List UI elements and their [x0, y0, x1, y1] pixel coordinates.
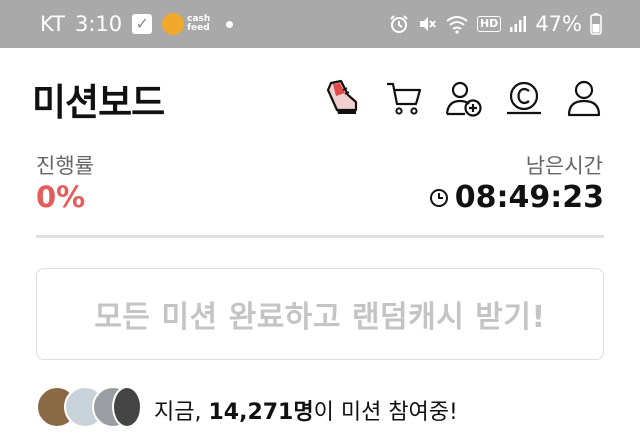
claim-random-cash-label: 모든 미션 완료하고 랜덤캐시 받기! [94, 300, 546, 335]
shoe-button[interactable] [320, 76, 364, 120]
cashfeed-logo-icon [162, 13, 185, 35]
profile-icon [567, 80, 601, 117]
carrier-label: KT [40, 12, 65, 36]
participant-avatar [112, 386, 142, 428]
cart-button[interactable] [382, 76, 426, 120]
header-icon-bar [320, 76, 610, 120]
wifi-icon [446, 16, 468, 34]
cart-icon [387, 82, 422, 115]
cashfeed-notification-icon: cash feed [162, 13, 210, 35]
participants-count: 14,271명 [208, 400, 314, 425]
battery-charging-icon [590, 13, 602, 35]
participants-row: 지금, 14,271명이 미션 참여중! [36, 386, 576, 430]
cash-coin-button[interactable] [502, 76, 546, 120]
clock-icon [429, 188, 448, 207]
progress-value: 0% [36, 180, 86, 214]
participants-text: 지금, 14,271명이 미션 참여중! [154, 394, 458, 426]
mute-icon [419, 17, 436, 31]
cashfeed-badge-line2: feed [187, 23, 210, 33]
alarm-icon [390, 15, 408, 33]
progress-label: 진행률 [36, 154, 94, 178]
battery-percent: 47% [535, 12, 582, 36]
checkbox-notification-icon: ✓ [132, 14, 153, 34]
remaining-time-value: 08:49:23 [454, 180, 604, 215]
claim-random-cash-button[interactable]: 모든 미션 완료하고 랜덤캐시 받기! [36, 268, 604, 360]
add-friend-button[interactable] [442, 76, 486, 120]
more-notifications-dot-icon [226, 20, 234, 28]
signal-icon [510, 16, 527, 32]
coin-icon [507, 81, 541, 115]
status-bar-left: KT 3:10 ✓ cash feed [40, 0, 234, 48]
participants-prefix: 지금, [154, 400, 209, 425]
status-bar: KT 3:10 ✓ cash feed HD 47% [0, 0, 640, 48]
hd-voice-icon: HD [476, 16, 502, 32]
status-bar-right: HD 47% [389, 0, 602, 48]
page-title: 미션보드 [32, 81, 165, 124]
remaining-time-label: 남은시간 [525, 154, 603, 178]
remaining-time: 08:49:23 [429, 180, 604, 215]
profile-button[interactable] [562, 76, 606, 120]
section-divider [36, 235, 604, 238]
participants-suffix: 이 미션 참여중! [313, 400, 458, 425]
add-friend-icon [445, 81, 482, 117]
clock: 3:10 [74, 12, 123, 36]
shoe-icon [326, 79, 358, 114]
